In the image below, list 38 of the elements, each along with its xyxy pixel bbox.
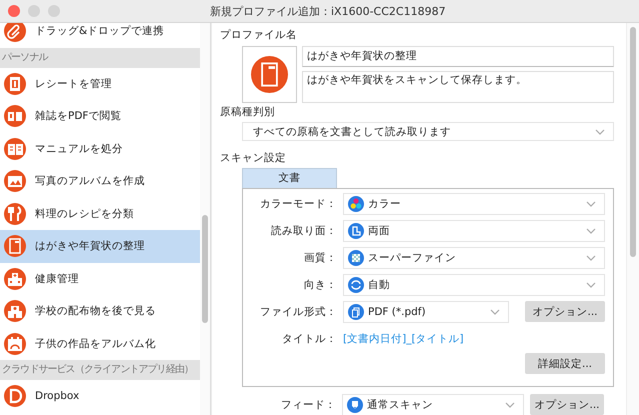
setting-dropdown[interactable]: PDF (*.pdf): [343, 300, 509, 322]
sidebar-item[interactable]: レシートを管理: [0, 68, 200, 100]
setting-dropdown[interactable]: カラー: [343, 192, 605, 214]
field-label: 読み取り面：: [270, 224, 337, 238]
options-button[interactable]: オプション...: [530, 394, 604, 415]
feed-dropdown[interactable]: 通常スキャン: [342, 394, 524, 415]
section-label: プロファイル名: [220, 28, 298, 43]
document-type-dropdown[interactable]: すべての原稿を文書として読み取ります: [242, 122, 614, 141]
sidebar-item[interactable]: マニュアルを処分: [0, 132, 200, 165]
setting-dropdown[interactable]: 両面: [343, 220, 605, 242]
tab[interactable]: 文書: [242, 168, 337, 188]
sidebar-item[interactable]: 健康管理: [0, 262, 200, 295]
field-label: 画質：: [303, 250, 337, 264]
field-label: ファイル形式：: [259, 304, 337, 318]
sidebar-item[interactable]: 学校の配布物を後で見る: [0, 295, 200, 328]
title-format-link[interactable]: [文書内日付]_[タイトル]: [343, 332, 464, 346]
description-field[interactable]: はがきや年賀状をスキャンして保存します。: [302, 71, 614, 103]
options-button[interactable]: オプション...: [525, 301, 605, 322]
field-label: フィード：: [280, 398, 336, 412]
sidebar-item[interactable]: 雑誌をPDFで閲覧: [0, 100, 200, 132]
section-label: 原稿種判別: [220, 105, 276, 120]
sidebar-item[interactable]: ドラッグ&ドロップで連携: [0, 23, 200, 48]
window-title: 新規プロファイル追加：iX1600-CC2C118987: [210, 4, 446, 18]
setting-dropdown[interactable]: 自動: [343, 274, 605, 296]
sidebar-item[interactable]: 料理のレシピを分類: [0, 198, 200, 230]
field-label: カラーモード：: [259, 196, 337, 210]
sidebar-item[interactable]: 写真のアルバムを作成: [0, 165, 200, 198]
section-header: パーソナル: [0, 48, 200, 68]
section-header: クラウドサービス（クライアントアプリ経由）: [0, 360, 200, 380]
section-label: スキャン設定: [220, 151, 287, 166]
advanced-settings-button[interactable]: 詳細設定...: [525, 353, 605, 374]
sidebar-item[interactable]: 子供の作品をアルバム化: [0, 328, 200, 360]
setting-dropdown[interactable]: スーパーファイン: [343, 246, 605, 268]
sidebar-item[interactable]: Dropbox: [0, 380, 200, 412]
profile-name-field[interactable]: はがきや年賀状の整理: [302, 46, 614, 67]
field-label: タイトル：: [281, 332, 337, 346]
field-label: 向き：: [303, 278, 337, 292]
sidebar-item[interactable]: はがきや年賀状の整理: [0, 230, 200, 262]
